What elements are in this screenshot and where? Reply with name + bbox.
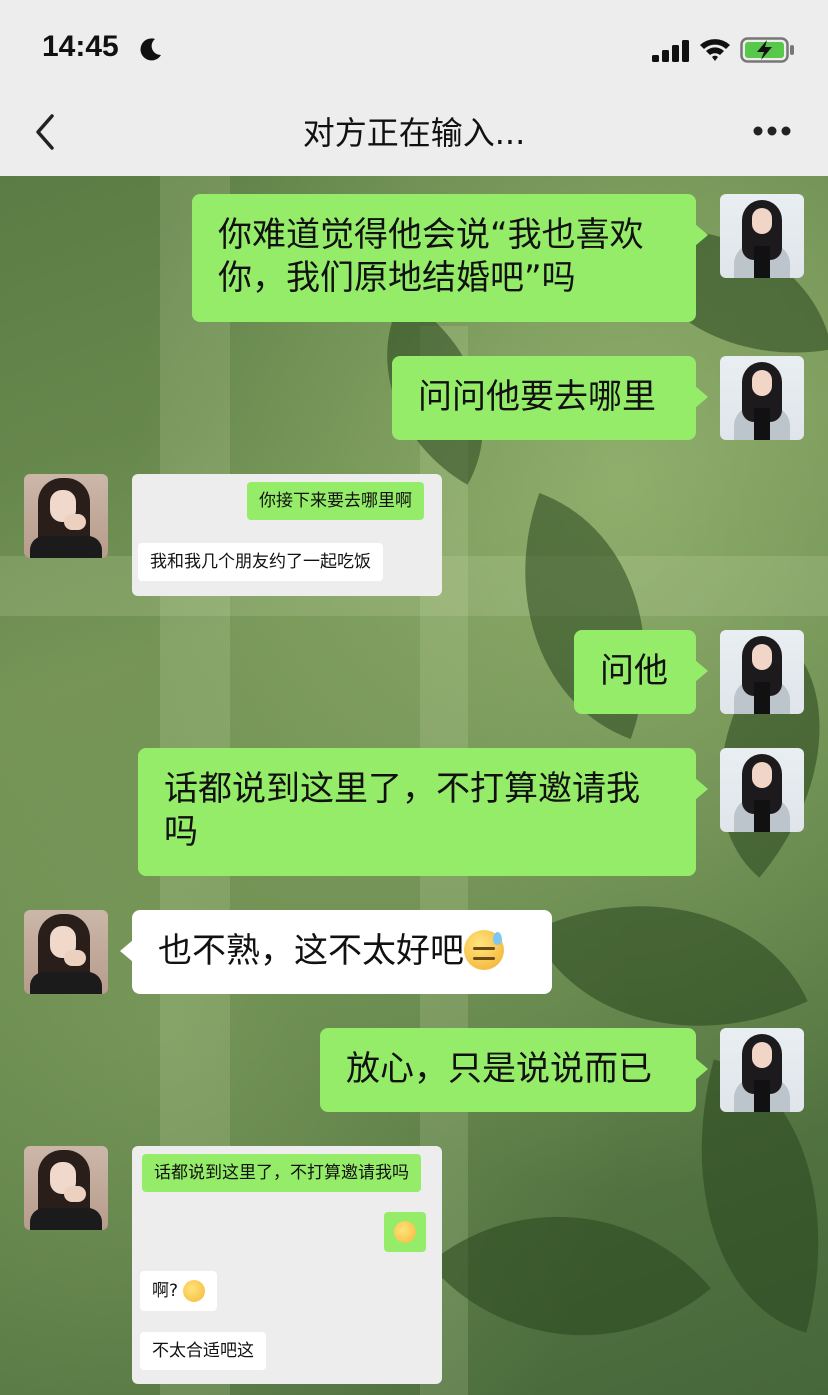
sweat-smile-emoji-icon [464, 930, 504, 970]
screenshot-received-message: 不太合适吧这 [140, 1332, 266, 1370]
screenshot-image[interactable]: 你接下来要去哪里啊 我和我几个朋友约了一起吃饭 [132, 474, 442, 596]
my-avatar[interactable] [720, 1028, 804, 1112]
status-time: 14:45 [42, 30, 119, 63]
sent-message[interactable]: 问他 [574, 630, 708, 714]
sent-message[interactable]: 问问他要去哪里 [392, 356, 708, 440]
sent-message[interactable]: 话都说到这里了，不打算邀请我吗 [138, 748, 708, 876]
grin-emoji-icon [394, 1221, 416, 1243]
received-message-text: 也不熟，这不太好吧 [158, 931, 464, 971]
screenshot-received-message: 啊? [140, 1271, 218, 1311]
screenshot-sent-message: 话都说到这里了，不打算邀请我吗 [142, 1154, 421, 1192]
top-bar: 14:45 对方正在输入... [0, 0, 828, 176]
screenshot-image[interactable]: 话都说到这里了，不打算邀请我吗 啊? 不太合适吧这 [132, 1146, 442, 1384]
my-avatar[interactable] [720, 748, 804, 832]
my-avatar[interactable] [720, 356, 804, 440]
chat-title: 对方正在输入... [302, 114, 526, 152]
screenshot-received-message: 我和我几个朋友约了一起吃饭 [138, 543, 383, 581]
my-avatar[interactable] [720, 194, 804, 278]
moon-icon [140, 38, 161, 61]
more-options-button[interactable] [752, 124, 792, 138]
battery-charging-icon [740, 37, 794, 63]
screenshot-sent-emoji [384, 1212, 426, 1252]
contact-avatar[interactable] [24, 1146, 108, 1230]
sent-message[interactable]: 你难道觉得他会说“我也喜欢你，我们原地结婚吧”吗 [192, 194, 708, 322]
received-message[interactable]: 也不熟，这不太好吧 [120, 910, 552, 994]
contact-avatar[interactable] [24, 474, 108, 558]
my-avatar[interactable] [720, 630, 804, 714]
screenshot-sent-message: 你接下来要去哪里啊 [247, 482, 424, 520]
flushed-emoji-icon [183, 1280, 206, 1302]
signal-icon [652, 40, 689, 62]
wifi-icon [700, 39, 730, 61]
contact-avatar[interactable] [24, 910, 108, 994]
sent-message[interactable]: 放心，只是说说而已 [320, 1028, 708, 1112]
